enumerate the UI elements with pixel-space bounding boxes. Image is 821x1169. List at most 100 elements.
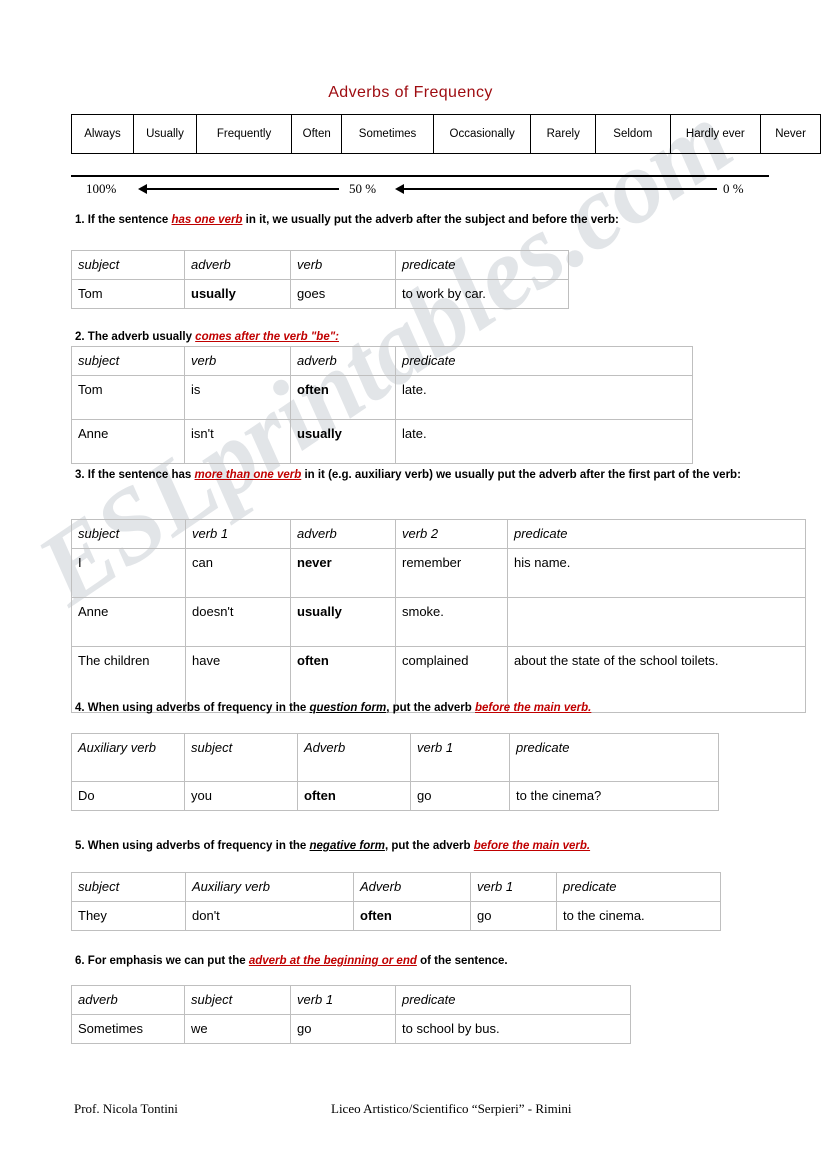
table-row: subject verb 1 adverb verb 2 predicate bbox=[71, 519, 806, 549]
rule-4-highlight: before the main verb. bbox=[475, 702, 592, 714]
data-cell: you bbox=[184, 781, 298, 811]
rule-1-text: 1. If the sentence has one verb in it, w… bbox=[75, 212, 745, 229]
data-cell-adverb: often bbox=[290, 375, 396, 420]
header-cell: verb 1 bbox=[290, 985, 396, 1015]
rule-4-before: When using adverbs of frequency in the bbox=[84, 702, 310, 714]
header-cell: subject bbox=[71, 519, 186, 549]
adverb-cell-hardly-ever: Hardly ever bbox=[669, 114, 762, 154]
header-cell: Auxiliary verb bbox=[185, 872, 354, 902]
data-cell: Tom bbox=[71, 375, 185, 420]
data-cell: to the cinema? bbox=[509, 781, 719, 811]
table-2: subject verb adverb predicate Tom is oft… bbox=[71, 346, 693, 464]
header-cell: predicate bbox=[507, 519, 806, 549]
header-cell: subject bbox=[71, 250, 185, 280]
data-cell-adverb: usually bbox=[290, 597, 396, 647]
adverb-cell-never: Never bbox=[760, 114, 821, 154]
table-row: Tom is often late. bbox=[71, 375, 693, 420]
data-cell-adverb: often bbox=[297, 781, 411, 811]
rule-1-after: in it, we usually put the adverb after t… bbox=[242, 214, 619, 226]
data-cell-adverb: usually bbox=[290, 419, 396, 464]
header-cell: adverb bbox=[71, 985, 185, 1015]
left-arrow-icon-2 bbox=[395, 183, 404, 194]
rule-3-after: in it (e.g. auxiliary verb) we usually p… bbox=[301, 469, 741, 481]
data-cell: go bbox=[290, 1014, 396, 1044]
rule-6-before: For emphasis we can put the bbox=[84, 955, 249, 967]
rule-1-number: 1. bbox=[75, 214, 85, 226]
header-cell: verb 1 bbox=[470, 872, 557, 902]
worksheet-page: Adverbs of Frequency Always Usually Freq… bbox=[0, 0, 821, 1169]
adverb-cell-often: Often bbox=[291, 114, 343, 154]
rule-2-number: 2. bbox=[75, 331, 85, 343]
data-cell: go bbox=[410, 781, 510, 811]
rule-5-before: When using adverbs of frequency in the bbox=[84, 840, 310, 852]
header-cell: predicate bbox=[509, 733, 719, 782]
rule-5-highlight: before the main verb. bbox=[473, 840, 591, 852]
data-cell: Sometimes bbox=[71, 1014, 185, 1044]
data-cell: I bbox=[71, 548, 186, 598]
data-cell: to school by bus. bbox=[395, 1014, 631, 1044]
page-title: Adverbs of Frequency bbox=[328, 84, 493, 101]
rule-3-text: 3. If the sentence has more than one ver… bbox=[75, 467, 747, 484]
data-cell: remember bbox=[395, 548, 508, 598]
rule-3-before: If the sentence has bbox=[84, 469, 195, 481]
data-cell-adverb: usually bbox=[184, 279, 291, 309]
adverb-cell-sometimes: Sometimes bbox=[341, 114, 434, 154]
data-cell: Do bbox=[71, 781, 185, 811]
header-cell: verb bbox=[290, 250, 396, 280]
rule-6-after: of the sentence. bbox=[416, 955, 508, 967]
data-cell: goes bbox=[290, 279, 396, 309]
table-row: Tom usually goes to work by car. bbox=[71, 279, 569, 309]
data-cell: Tom bbox=[71, 279, 185, 309]
rule-4-middle: , put the adverb bbox=[386, 702, 476, 714]
scale-label-100: 100% bbox=[86, 181, 117, 196]
data-cell: can bbox=[185, 548, 291, 598]
percentage-scale: 100% 50 % 0 % bbox=[71, 180, 771, 200]
header-cell: subject bbox=[71, 872, 186, 902]
rule-5-middle: , put the adverb bbox=[384, 840, 474, 852]
header-cell: verb 1 bbox=[185, 519, 291, 549]
header-cell: subject bbox=[71, 346, 185, 376]
adverb-cell-frequently: Frequently bbox=[195, 114, 293, 154]
header-cell: predicate bbox=[556, 872, 721, 902]
header-cell: adverb bbox=[290, 519, 396, 549]
rule-4-text: 4. When using adverbs of frequency in th… bbox=[75, 700, 747, 717]
table-row: Sometimes we go to school by bus. bbox=[71, 1014, 631, 1044]
header-cell: subject bbox=[184, 985, 291, 1015]
header-cell: predicate bbox=[395, 985, 631, 1015]
header-cell: verb 2 bbox=[395, 519, 508, 549]
rule-5-text: 5. When using adverbs of frequency in th… bbox=[75, 838, 747, 855]
table-row: They don't often go to the cinema. bbox=[71, 901, 721, 931]
header-cell: Adverb bbox=[297, 733, 411, 782]
rule-6-highlight: adverb at the beginning or end bbox=[248, 955, 417, 967]
table-5: subject Auxiliary verb Adverb verb 1 pre… bbox=[71, 872, 721, 931]
data-cell bbox=[507, 597, 806, 647]
header-cell: predicate bbox=[395, 250, 569, 280]
adverb-cell-occasionally: Occasionally bbox=[432, 114, 532, 154]
rule-2-highlight: comes after the verb "be": bbox=[195, 331, 340, 343]
data-cell-adverb: often bbox=[353, 901, 471, 931]
header-cell: adverb bbox=[290, 346, 396, 376]
data-cell: smoke. bbox=[395, 597, 508, 647]
rule-4-underline: question form bbox=[309, 702, 387, 714]
rule-1-before: If the sentence bbox=[84, 214, 172, 226]
table-row: Always Usually Frequently Often Sometime… bbox=[71, 114, 821, 154]
rule-4-number: 4. bbox=[75, 702, 85, 714]
rule-1-highlight: has one verb bbox=[171, 214, 243, 226]
scale-label-0: 0 % bbox=[723, 181, 744, 196]
table-row: subject verb adverb predicate bbox=[71, 346, 693, 376]
table-row: Auxiliary verb subject Adverb verb 1 pre… bbox=[71, 733, 719, 782]
adverb-cell-usually: Usually bbox=[132, 114, 197, 154]
footer-author: Prof. Nicola Tontini bbox=[74, 1101, 178, 1116]
header-cell: subject bbox=[184, 733, 298, 782]
page-footer: Prof. Nicola Tontini Liceo Artistico/Sci… bbox=[0, 1101, 821, 1121]
table-row: Do you often go to the cinema? bbox=[71, 781, 719, 811]
table-row: subject adverb verb predicate bbox=[71, 250, 569, 280]
header-cell: Auxiliary verb bbox=[71, 733, 185, 782]
adverb-cell-always: Always bbox=[71, 114, 134, 154]
scale-divider-rule bbox=[71, 175, 769, 177]
rule-6-number: 6. bbox=[75, 955, 85, 967]
data-cell: isn't bbox=[184, 419, 291, 464]
scale-arrow-line-1 bbox=[147, 188, 339, 190]
left-arrow-icon-1 bbox=[138, 183, 147, 194]
data-cell: we bbox=[184, 1014, 291, 1044]
